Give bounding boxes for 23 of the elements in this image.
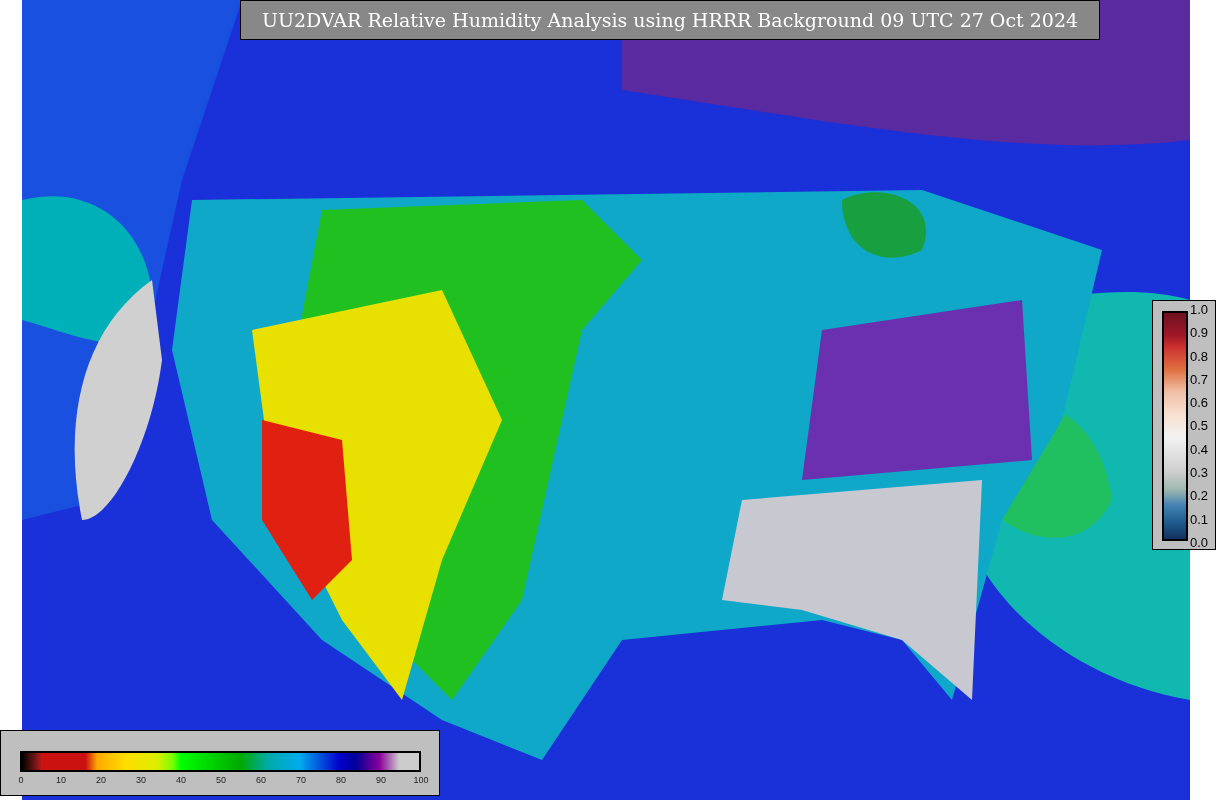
tick-label: 0.0 xyxy=(1189,535,1210,549)
tick-label: 0.7 xyxy=(1189,372,1210,386)
tick-label: 40 xyxy=(176,776,186,785)
tick-label: 80 xyxy=(336,776,346,785)
tick-label: 0 xyxy=(18,776,24,785)
tick-label: 0.3 xyxy=(1189,466,1210,480)
tick-label: 100 xyxy=(413,776,429,785)
tick-label: 1.0 xyxy=(1189,303,1210,316)
tick-label: 0.6 xyxy=(1189,396,1210,410)
tick-label: 0.9 xyxy=(1189,326,1210,340)
tick-label: 70 xyxy=(296,776,306,785)
tick-label: 30 xyxy=(136,776,146,785)
tick-label: 0.4 xyxy=(1189,442,1210,456)
tick-label: 60 xyxy=(256,776,266,785)
tick-label: 20 xyxy=(96,776,106,785)
tick-label: 10 xyxy=(56,776,66,785)
map-title: UU2DVAR Relative Humidity Analysis using HRRR Background 09 UTC 27 Oct 2024 xyxy=(240,0,1100,40)
tick-label: 0.5 xyxy=(1189,419,1210,433)
tick-label: 0.8 xyxy=(1189,349,1210,363)
tick-label: 90 xyxy=(376,776,386,785)
tick-label: 50 xyxy=(216,776,226,785)
tick-label: 0.2 xyxy=(1189,489,1210,503)
tick-label: 0.1 xyxy=(1189,512,1210,526)
